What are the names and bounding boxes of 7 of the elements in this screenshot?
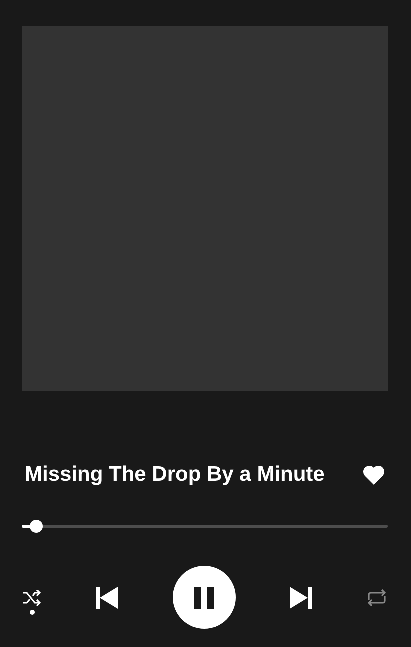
heart-icon[interactable] — [362, 464, 386, 486]
track-title: Missing The Drop By a Minute — [25, 463, 325, 487]
previous-icon[interactable] — [95, 586, 120, 610]
pause-icon — [192, 586, 216, 610]
progress-slider[interactable] — [22, 520, 388, 533]
next-icon[interactable] — [288, 586, 313, 610]
repeat-icon[interactable] — [366, 588, 388, 606]
